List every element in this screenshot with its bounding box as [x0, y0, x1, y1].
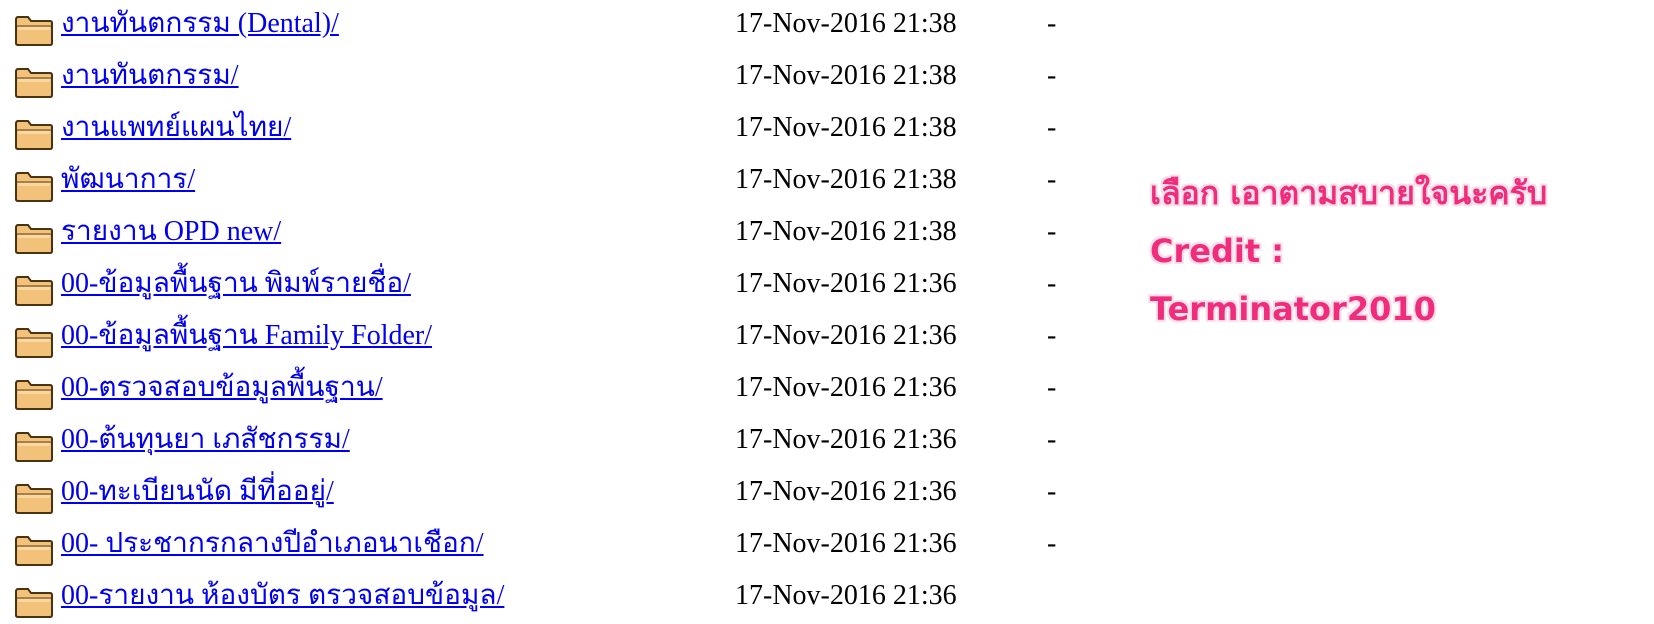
- folder-icon: [14, 430, 54, 462]
- modified-date: 17-Nov-2016 21:36: [735, 372, 957, 403]
- folder-icon: [14, 326, 54, 358]
- folder-icon: [14, 14, 54, 46]
- list-item: พัฒนาการ/ 17-Nov-2016 21:38 -: [0, 156, 1080, 208]
- modified-date: 17-Nov-2016 21:36: [735, 268, 957, 299]
- note-line-choose: เลือก เอาตามสบายใจนะครับ: [1150, 174, 1548, 212]
- list-item: 00-ข้อมูลพื้นฐาน Family Folder/ 17-Nov-2…: [0, 312, 1080, 364]
- folder-link[interactable]: 00-ทะเบียนนัด มีที่ออยู่/: [61, 474, 334, 510]
- folder-link[interactable]: รายงาน OPD new/: [61, 214, 281, 250]
- modified-date: 17-Nov-2016 21:38: [735, 112, 957, 143]
- folder-link[interactable]: พัฒนาการ/: [61, 162, 195, 198]
- file-size: -: [1047, 528, 1057, 559]
- file-size: -: [1047, 476, 1057, 507]
- file-size: -: [1047, 112, 1057, 143]
- list-item: 00-ทะเบียนนัด มีที่ออยู่/ 17-Nov-2016 21…: [0, 468, 1080, 520]
- folder-link[interactable]: 00-ต้นทุนยา เภสัชกรรม/: [61, 422, 350, 458]
- folder-icon: [14, 118, 54, 150]
- folder-link[interactable]: งานทันตกรรม (Dental)/: [61, 6, 339, 42]
- folder-icon: [14, 170, 54, 202]
- list-item: งานทันตกรรม/ 17-Nov-2016 21:38 -: [0, 52, 1080, 104]
- file-size: -: [1047, 164, 1057, 195]
- modified-date: 17-Nov-2016 21:38: [735, 164, 957, 195]
- folder-icon: [14, 274, 54, 306]
- list-item: รายงาน OPD new/ 17-Nov-2016 21:38 -: [0, 208, 1080, 260]
- folder-icon: [14, 482, 54, 514]
- modified-date: 17-Nov-2016 21:36: [735, 528, 957, 559]
- folder-icon: [14, 66, 54, 98]
- file-size: -: [1047, 268, 1057, 299]
- modified-date: 17-Nov-2016 21:36: [735, 476, 957, 507]
- modified-date: 17-Nov-2016 21:36: [735, 424, 957, 455]
- list-item: 00-ข้อมูลพื้นฐาน พิมพ์รายชื่อ/ 17-Nov-20…: [0, 260, 1080, 312]
- list-item: งานแพทย์แผนไทย/ 17-Nov-2016 21:38 -: [0, 104, 1080, 156]
- directory-listing: งานทันตกรรม (Dental)/ 17-Nov-2016 21:38 …: [0, 0, 1080, 624]
- file-size: -: [1047, 424, 1057, 455]
- list-item: งานทันตกรรม (Dental)/ 17-Nov-2016 21:38 …: [0, 0, 1080, 52]
- folder-link[interactable]: งานทันตกรรม/: [61, 58, 239, 94]
- modified-date: 17-Nov-2016 21:38: [735, 8, 957, 39]
- modified-date: 17-Nov-2016 21:38: [735, 60, 957, 91]
- folder-link[interactable]: 00-ข้อมูลพื้นฐาน Family Folder/: [61, 318, 432, 354]
- file-size: -: [1047, 8, 1057, 39]
- note-line-credit: Credit :: [1150, 232, 1285, 270]
- list-item: 00-รายงาน ห้องบัตร ตรวจสอบข้อมูล/ 17-Nov…: [0, 572, 1080, 624]
- folder-link[interactable]: 00-ข้อมูลพื้นฐาน พิมพ์รายชื่อ/: [61, 266, 411, 302]
- folder-link[interactable]: 00-ตรวจสอบข้อมูลพื้นฐาน/: [61, 370, 383, 406]
- modified-date: 17-Nov-2016 21:36: [735, 580, 957, 611]
- folder-link[interactable]: งานแพทย์แผนไทย/: [61, 110, 291, 146]
- file-size: -: [1047, 320, 1057, 351]
- folder-icon: [14, 534, 54, 566]
- folder-link[interactable]: 00- ประชากรกลางปีอำเภอนาเชือก/: [61, 526, 484, 562]
- folder-link[interactable]: 00-รายงาน ห้องบัตร ตรวจสอบข้อมูล/: [61, 578, 504, 614]
- credit-note: เลือก เอาตามสบายใจนะครับ Credit : Termin…: [1150, 164, 1547, 338]
- modified-date: 17-Nov-2016 21:38: [735, 216, 957, 247]
- folder-icon: [14, 222, 54, 254]
- folder-icon: [14, 378, 54, 410]
- list-item: 00- ประชากรกลางปีอำเภอนาเชือก/ 17-Nov-20…: [0, 520, 1080, 572]
- list-item: 00-ต้นทุนยา เภสัชกรรม/ 17-Nov-2016 21:36…: [0, 416, 1080, 468]
- folder-icon: [14, 586, 54, 618]
- note-line-author: Terminator2010: [1150, 290, 1436, 328]
- file-size: -: [1047, 60, 1057, 91]
- file-size: -: [1047, 372, 1057, 403]
- modified-date: 17-Nov-2016 21:36: [735, 320, 957, 351]
- file-size: -: [1047, 216, 1057, 247]
- list-item: 00-ตรวจสอบข้อมูลพื้นฐาน/ 17-Nov-2016 21:…: [0, 364, 1080, 416]
